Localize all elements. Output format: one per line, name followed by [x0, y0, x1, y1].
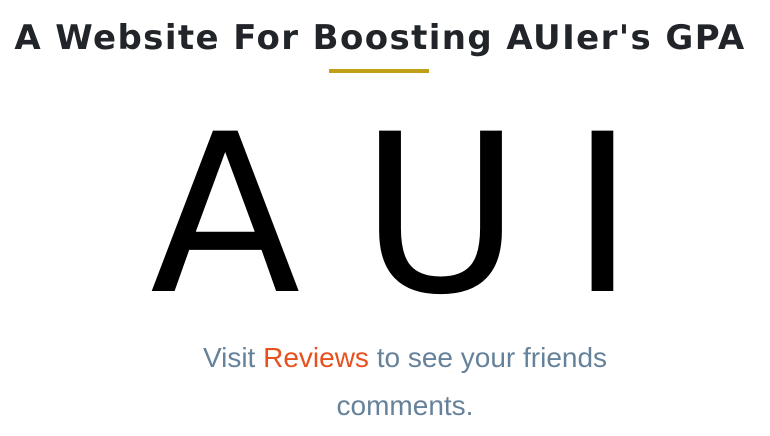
logo-letter-u: U — [360, 87, 522, 343]
reviews-message: Visit Reviews to see your friends commen… — [160, 334, 650, 430]
title-underline — [329, 69, 429, 73]
message-suffix: to see your friends comments. — [336, 342, 608, 421]
logo-letter-i: I — [570, 87, 635, 343]
message-prefix: Visit — [202, 342, 264, 373]
logo-letter-a: A — [150, 87, 301, 343]
page-title: A Website For Boosting AUIer's GPA — [14, 18, 746, 58]
big-logo: A U I — [0, 105, 770, 325]
page: A Website For Boosting AUIer's GPA A U I… — [0, 0, 770, 436]
reviews-link[interactable]: Reviews — [263, 342, 369, 373]
